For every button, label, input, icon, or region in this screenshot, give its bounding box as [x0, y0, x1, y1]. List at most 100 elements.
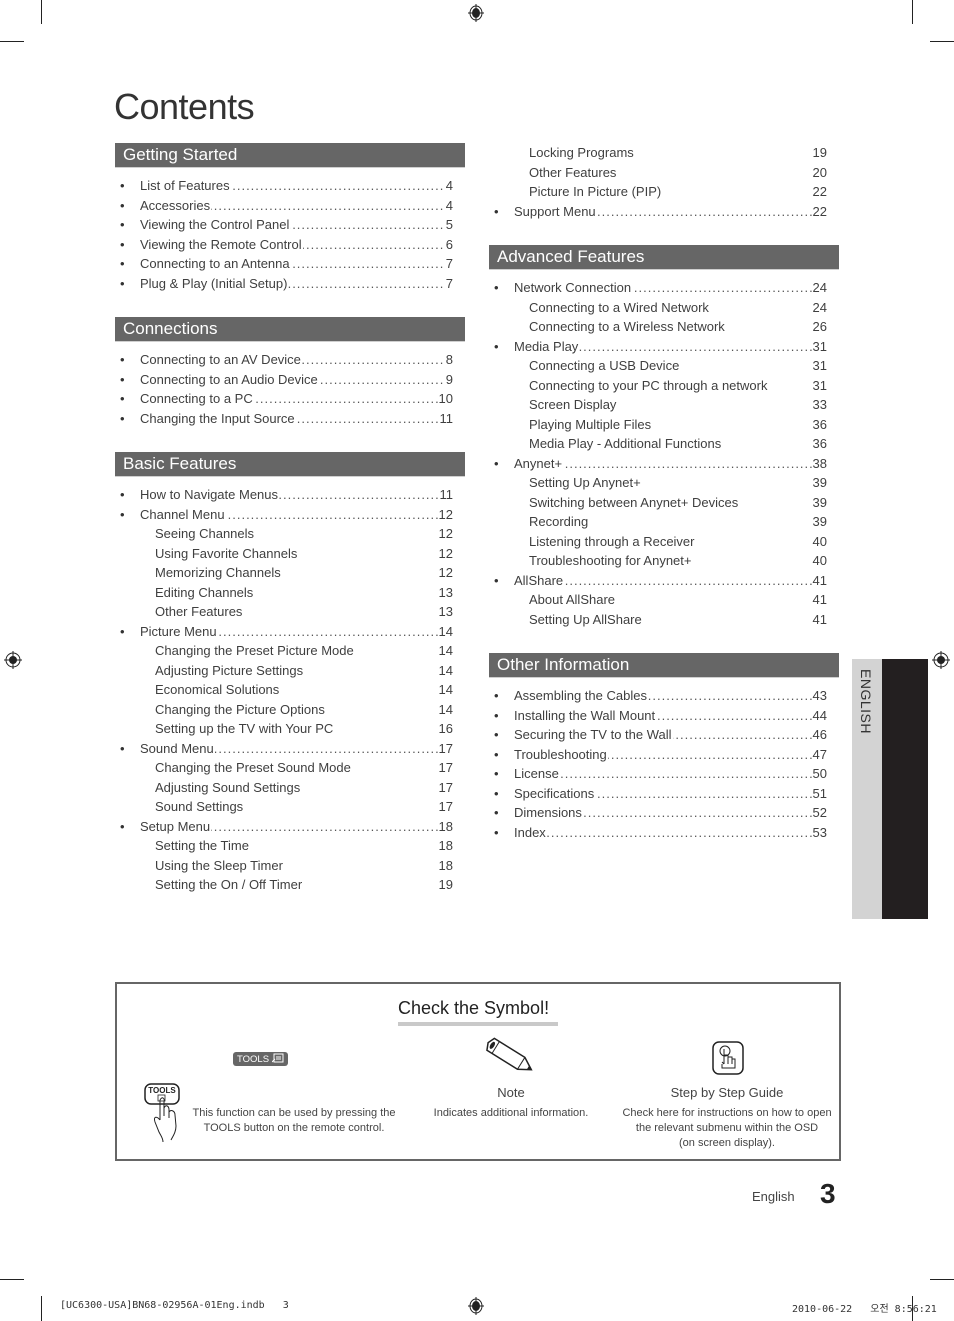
footer-language: English	[752, 1189, 795, 1204]
toc-entry[interactable]: ........................................…	[115, 369, 465, 389]
toc-entry[interactable]: ........................................…	[489, 822, 839, 842]
toc-entry-page: 12	[437, 563, 453, 583]
toc-subentry[interactable]: Connecting to a Wireless Network 26	[489, 317, 839, 337]
toc-entry[interactable]: ........................................…	[115, 176, 465, 196]
toc-entry-page: 39	[811, 512, 827, 532]
hand-pressing-tools-button-icon: TOOLS	[144, 1083, 180, 1143]
toc-entry[interactable]: ........................................…	[115, 621, 465, 641]
crop-mark	[930, 41, 954, 42]
toc-subentry[interactable]: Other Features 13	[115, 602, 465, 622]
toc-subentry[interactable]: Memorizing Channels 12	[115, 563, 465, 583]
toc-subentry[interactable]: Media Play - Additional Functions 36	[489, 434, 839, 454]
toc-subentry[interactable]: Seeing Channels 12	[115, 524, 465, 544]
toc-entry[interactable]: ........................................…	[489, 705, 839, 725]
toc-entry-page: 39	[811, 473, 827, 493]
toc-entry-label: Adjusting Picture Settings	[155, 662, 305, 678]
toc-entry-label: Setting Up Anynet+	[529, 475, 642, 490]
toc-subentry[interactable]: Changing the Preset Picture Mode 14	[115, 641, 465, 661]
toc-subentry[interactable]: Using the Sleep Timer 18	[115, 855, 465, 875]
toc-entry-label: Playing Multiple Files	[529, 416, 653, 432]
toc-entry-page: 53	[811, 822, 827, 842]
toc-subentry[interactable]: Adjusting Picture Settings 14	[115, 660, 465, 680]
toc-subentry[interactable]: Setting Up AllShare 41	[489, 609, 839, 629]
toc-entry[interactable]: ........................................…	[115, 350, 465, 370]
toc-entry[interactable]: ........................................…	[115, 504, 465, 524]
toc-entry[interactable]: ........................................…	[489, 336, 839, 356]
toc-subentry[interactable]: Troubleshooting for Anynet+ 40	[489, 551, 839, 571]
crop-mark	[0, 41, 24, 42]
toc-entry[interactable]: ........................................…	[115, 195, 465, 215]
toc-subentry[interactable]: Setting up the TV with Your PC 16	[115, 719, 465, 739]
toc-entry-label: Connecting to an AV Device	[140, 352, 302, 367]
toc-entry[interactable]: ........................................…	[115, 273, 465, 293]
section-heading: Getting Started	[115, 143, 465, 168]
toc-entry[interactable]: ........................................…	[489, 201, 839, 221]
toc-entry-page: 18	[437, 816, 453, 836]
toc-entry-label: Connecting a USB Device	[529, 358, 681, 373]
toc-subentry[interactable]: Changing the Picture Options 14	[115, 699, 465, 719]
toc-subentry[interactable]: Picture In Picture (PIP) 22	[489, 182, 839, 202]
toc-subentry[interactable]: Editing Channels 13	[115, 582, 465, 602]
toc-subentry[interactable]: Economical Solutions 14	[115, 680, 465, 700]
toc-entry-label: Connecting to a Wired Network	[529, 299, 710, 315]
toc-entry-page: 11	[438, 408, 453, 428]
toc-entry-page: 46	[811, 725, 827, 745]
toc-entry-page: 17	[437, 777, 453, 797]
toc-entry-page: 8	[444, 350, 453, 370]
toc-entry[interactable]: ........................................…	[115, 816, 465, 836]
toc-entry[interactable]: ........................................…	[489, 744, 839, 764]
toc-subentry[interactable]: Setting the On / Off Timer 19	[115, 875, 465, 895]
toc-entry-label: Other Features	[529, 164, 618, 180]
toc-subentry[interactable]: Listening through a Receiver 40	[489, 531, 839, 551]
toc-entry-page: 14	[437, 699, 453, 719]
toc-entry-label: Economical Solutions	[155, 682, 281, 697]
toc-subentry[interactable]: Using Favorite Channels 12	[115, 543, 465, 563]
toc-entry[interactable]: ........................................…	[489, 725, 839, 745]
toc-entry[interactable]: ........................................…	[115, 215, 465, 235]
toc-subentry[interactable]: Connecting to a Wired Network 24	[489, 297, 839, 317]
toc-entry-page: 18	[437, 836, 453, 856]
toc-entry-page: 12	[437, 504, 453, 524]
toc-entry[interactable]: ........................................…	[489, 570, 839, 590]
toc-entry[interactable]: ........................................…	[115, 485, 465, 505]
toc-subentry[interactable]: Playing Multiple Files 36	[489, 414, 839, 434]
tools-description: This function can be used by pressing th…	[192, 1107, 396, 1134]
toc-entry-page: 20	[811, 162, 827, 182]
toc-entry-label: Viewing the Remote Control	[140, 236, 303, 252]
toc-entry-page: 18	[437, 855, 453, 875]
toc-entry[interactable]: ........................................…	[115, 234, 465, 254]
toc-subentry[interactable]: Recording 39	[489, 512, 839, 532]
title-underline	[398, 1022, 558, 1026]
toc-entry[interactable]: ........................................…	[489, 278, 839, 298]
toc-entry[interactable]: ........................................…	[115, 738, 465, 758]
toc-subentry[interactable]: Switching between Anynet+ Devices 39	[489, 492, 839, 512]
toc-subentry[interactable]: Setting Up Anynet+ 39	[489, 473, 839, 493]
toc-entry-page: 17	[437, 758, 453, 778]
toc-subentry[interactable]: Sound Settings 17	[115, 797, 465, 817]
toc-entry-page: 24	[811, 297, 827, 317]
toc-subentry[interactable]: Other Features 20	[489, 162, 839, 182]
toc-subentry[interactable]: Changing the Preset Sound Mode 17	[115, 758, 465, 778]
toc-entry[interactable]: ........................................…	[489, 764, 839, 784]
toc-subentry[interactable]: Locking Programs 19	[489, 143, 839, 163]
toc-entry[interactable]: ........................................…	[115, 254, 465, 274]
toc-entry-page: 14	[437, 621, 453, 641]
toc-entry[interactable]: ........................................…	[115, 408, 465, 428]
toc-entry-label: Picture Menu	[140, 623, 218, 639]
toc-entry[interactable]: ........................................…	[489, 686, 839, 706]
toc-entry[interactable]: ........................................…	[115, 389, 465, 409]
toc-entry-label: Switching between Anynet+ Devices	[529, 494, 740, 510]
toc-subentry[interactable]: Screen Display 33	[489, 395, 839, 415]
toc-entry-label: Plug & Play (Initial Setup)	[140, 275, 289, 291]
toc-subentry[interactable]: Connecting a USB Device 31	[489, 356, 839, 376]
toc-entry[interactable]: ........................................…	[489, 783, 839, 803]
toc-subentry[interactable]: About AllShare 41	[489, 590, 839, 610]
toc-entry-label: Securing the TV to the Wall	[514, 727, 673, 742]
toc-subentry[interactable]: Setting the Time 18	[115, 836, 465, 856]
toc-entry-page: 14	[437, 641, 453, 661]
slug-file: [UC6300-USA]BN68-02956A-01Eng.indb 3	[60, 1300, 289, 1311]
toc-entry[interactable]: ........................................…	[489, 803, 839, 823]
toc-entry[interactable]: ........................................…	[489, 453, 839, 473]
toc-subentry[interactable]: Adjusting Sound Settings 17	[115, 777, 465, 797]
toc-subentry[interactable]: Connecting to your PC through a network 3…	[489, 375, 839, 395]
